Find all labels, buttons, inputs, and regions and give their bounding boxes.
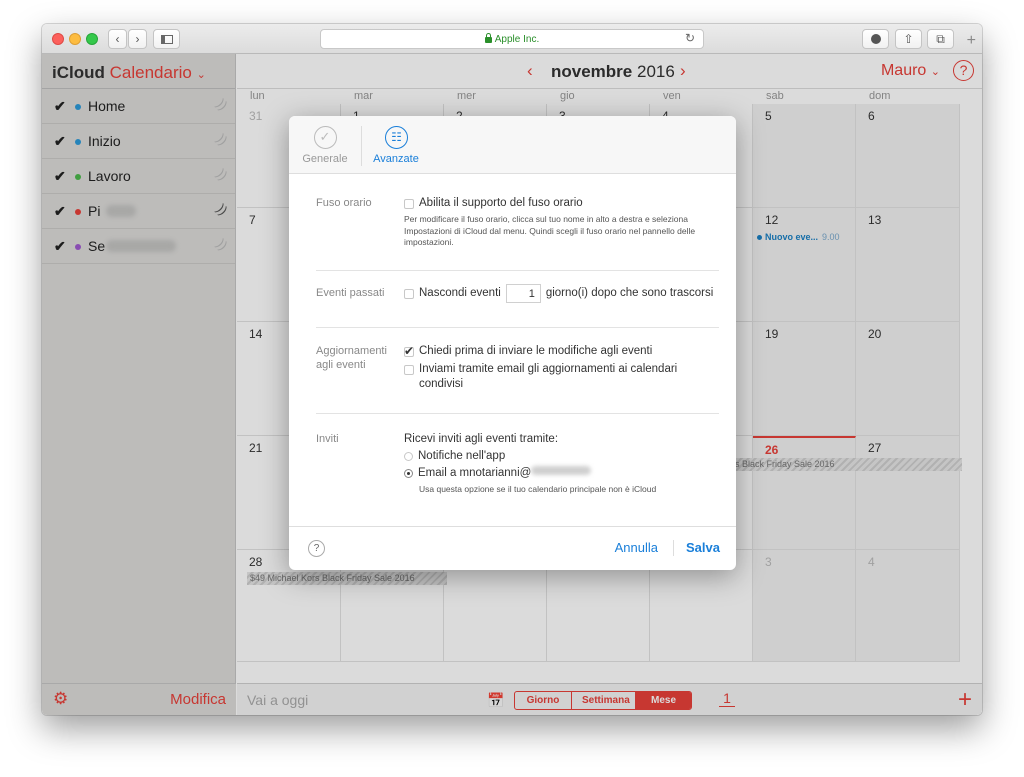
timezone-note: Per modificare il fuso orario, clicca su…	[404, 214, 696, 247]
past-events-suffix: giorno(i) dopo che sono trascorsi	[545, 287, 714, 299]
tab-separator	[361, 126, 362, 166]
browser-titlebar: ‹ › Apple Inc. ↻ ⇧ ⧉ +	[42, 24, 982, 54]
in-app-notifications-option[interactable]: Notifiche nell'app	[404, 449, 722, 464]
updates-label: Aggiornamenti agli eventi	[316, 345, 387, 371]
timezone-label: Fuso orario	[316, 197, 372, 209]
chevron-left-icon: ‹	[115, 32, 120, 46]
sliders-icon: ☷	[384, 126, 408, 149]
reload-icon[interactable]: ↻	[685, 31, 695, 45]
new-tab-button[interactable]: +	[967, 32, 976, 50]
past-events-prefix: Nascondi eventi	[419, 287, 501, 299]
timezone-body: Abilita il supporto del fuso orario Per …	[404, 196, 722, 249]
updates-section: Aggiornamenti agli eventi Chiedi prima d…	[316, 344, 719, 414]
past-events-body: Nascondi eventi 1 giorno(i) dopo che son…	[404, 284, 722, 303]
email-invites-note: Usa questa opzione se il tuo calendario …	[419, 484, 657, 494]
preferences-dialog: ✓ Generale ☷ Avanzate Fuso orario Abilit…	[289, 116, 736, 570]
cancel-button[interactable]: Annulla	[615, 540, 658, 555]
zoom-window-button[interactable]	[86, 33, 98, 45]
email-updates-checkbox[interactable]	[404, 365, 414, 375]
timezone-option-label: Abilita il supporto del fuso orario	[419, 197, 583, 209]
save-button[interactable]: Salva	[686, 540, 720, 555]
back-button[interactable]: ‹	[108, 29, 127, 49]
timezone-section: Fuso orario Abilita il supporto del fuso…	[316, 196, 719, 271]
sidebar-toggle-button[interactable]	[153, 29, 180, 49]
hide-events-checkbox[interactable]	[404, 289, 414, 299]
timezone-option[interactable]: Abilita il supporto del fuso orario	[404, 196, 722, 211]
invites-intro: Ricevi inviti agli eventi tramite:	[404, 433, 559, 445]
redacted-email	[531, 466, 592, 475]
tabs-icon: ⧉	[936, 31, 945, 46]
share-button[interactable]: ⇧	[895, 29, 922, 49]
close-window-button[interactable]	[52, 33, 64, 45]
email-updates-option[interactable]: Inviami tramite email gli aggiornamenti …	[404, 362, 722, 392]
chevron-right-icon: ›	[135, 32, 140, 46]
past-events-label: Eventi passati	[316, 287, 385, 299]
forward-button[interactable]: ›	[128, 29, 147, 49]
downloads-button[interactable]	[862, 29, 889, 49]
address-bar-label: Apple Inc.	[494, 33, 540, 45]
dialog-footer: ? Annulla Salva	[289, 526, 736, 570]
checkmark-icon: ✓	[313, 126, 337, 149]
timezone-checkbox[interactable]	[404, 199, 414, 209]
ask-before-sending-checkbox[interactable]	[404, 344, 414, 359]
invites-label: Inviti	[316, 433, 339, 445]
in-app-label: Notifiche nell'app	[418, 450, 506, 462]
lock-icon	[484, 33, 492, 43]
days-input[interactable]: 1	[505, 284, 541, 303]
preferences-tabs: ✓ Generale ☷ Avanzate	[289, 116, 736, 174]
email-radio[interactable]	[404, 469, 413, 478]
in-app-radio[interactable]	[404, 452, 413, 461]
invites-body: Ricevi inviti agli eventi tramite: Notif…	[404, 432, 722, 496]
ask-before-sending-option[interactable]: Chiedi prima di inviare le modifiche agl…	[404, 344, 722, 359]
sidebar-icon	[160, 34, 173, 44]
tab-general[interactable]: ✓ Generale	[295, 126, 355, 165]
email-label: Email a mnotarianni@	[418, 467, 532, 479]
tab-advanced-label: Avanzate	[373, 153, 419, 165]
email-updates-label: Inviami tramite email gli aggiornamenti …	[419, 363, 678, 390]
tab-general-label: Generale	[302, 153, 348, 165]
footer-separator	[673, 540, 674, 556]
updates-body: Chiedi prima di inviare le modifiche agl…	[404, 344, 722, 392]
tabs-button[interactable]: ⧉	[927, 29, 954, 49]
share-icon: ⇧	[903, 32, 914, 46]
dialog-help-button[interactable]: ?	[308, 540, 325, 557]
tab-advanced[interactable]: ☷ Avanzate	[366, 126, 426, 165]
past-events-option[interactable]: Nascondi eventi 1 giorno(i) dopo che son…	[404, 284, 722, 303]
invites-section: Inviti Ricevi inviti agli eventi tramite…	[316, 432, 719, 524]
browser-window: ‹ › Apple Inc. ↻ ⇧ ⧉ + iCloud Calendario…	[42, 24, 982, 715]
email-invites-option[interactable]: Email a mnotarianni@	[404, 466, 722, 481]
ask-before-sending-label: Chiedi prima di inviare le modifiche agl…	[419, 345, 653, 357]
past-events-section: Eventi passati Nascondi eventi 1 giorno(…	[316, 284, 722, 328]
download-icon	[870, 34, 881, 44]
minimize-window-button[interactable]	[69, 33, 81, 45]
address-bar[interactable]: Apple Inc. ↻	[320, 29, 704, 49]
